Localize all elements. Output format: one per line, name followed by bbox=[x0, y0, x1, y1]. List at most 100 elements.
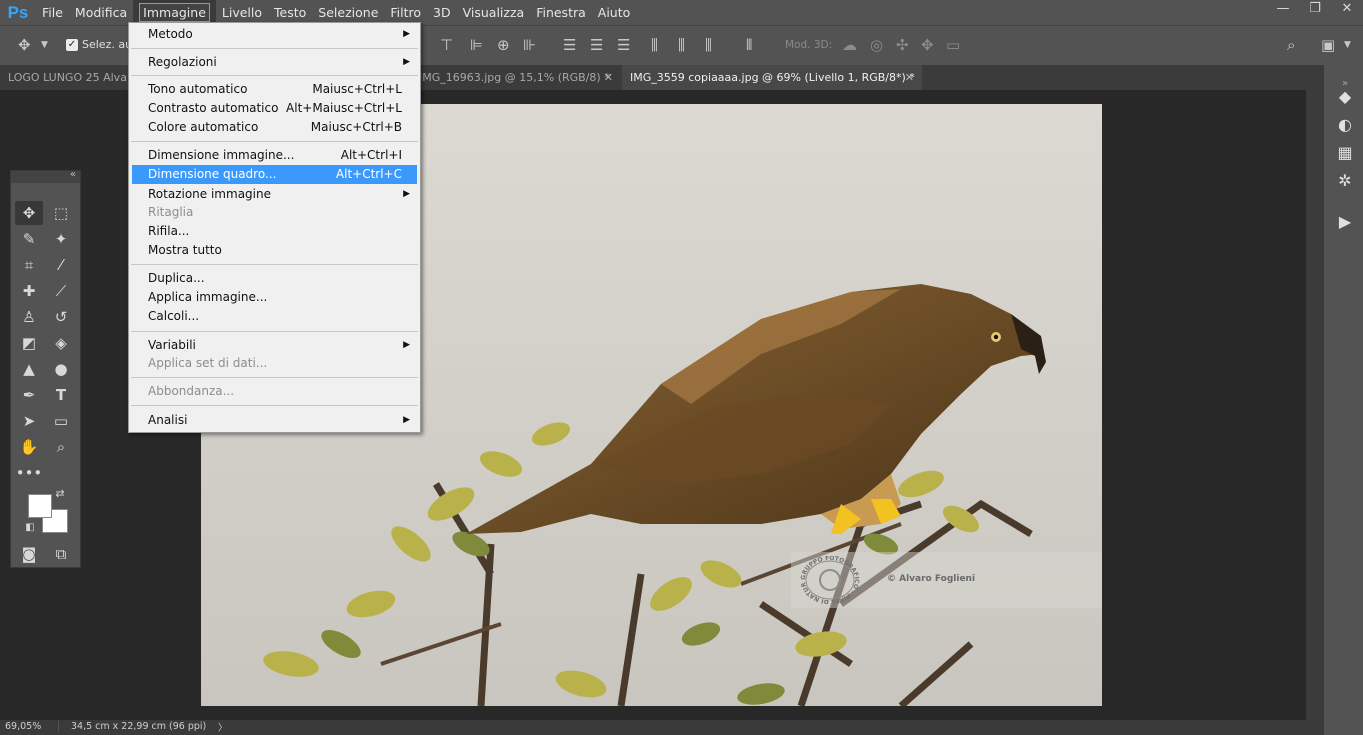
navigator-icon[interactable]: ✲ bbox=[1334, 170, 1356, 192]
checkbox-check-icon: ✓ bbox=[66, 38, 78, 51]
align-hcenter-icon[interactable]: ⊕ bbox=[497, 36, 510, 54]
healing-brush-tool-icon[interactable]: ✚ bbox=[15, 279, 43, 303]
menu-item-contrasto-automatico[interactable]: Contrasto automatico Alt+Maiusc+Ctrl+L bbox=[132, 99, 417, 118]
distribute-hcenter-icon[interactable]: ⫼ bbox=[678, 36, 685, 54]
grid-icon[interactable]: ▦ bbox=[1334, 142, 1356, 164]
magic-wand-tool-icon[interactable]: ✦ bbox=[47, 227, 75, 251]
tab-img-3559[interactable]: IMG_3559 copiaaaa.jpg @ 69% (Livello 1, … bbox=[622, 65, 922, 90]
eraser-tool-icon[interactable]: ◩ bbox=[15, 331, 43, 355]
menu-item-label: Tono automatico bbox=[148, 82, 248, 96]
immagine-dropdown-menu: Metodo ▶ Regolazioni ▶ Tono automatico Maiusc… bbox=[128, 22, 421, 433]
adjustments-icon[interactable]: ◐ bbox=[1334, 114, 1356, 136]
type-tool-icon[interactable]: T bbox=[47, 383, 75, 407]
menu-item-analisi[interactable]: Analisi ▶ bbox=[132, 411, 417, 430]
zoom-level[interactable]: 69,05% bbox=[5, 721, 41, 732]
restore-button[interactable]: ❐ bbox=[1299, 0, 1331, 20]
play-icon[interactable]: ▶ bbox=[1334, 211, 1356, 233]
menu-item-shortcut: Alt+Ctrl+I bbox=[340, 148, 402, 162]
chevron-down-icon[interactable]: ▼ bbox=[41, 40, 48, 50]
menu-item-duplica[interactable]: Duplica... bbox=[132, 269, 417, 288]
workspace-icon[interactable]: ▣ bbox=[1321, 36, 1335, 54]
menu-item-rotazione-immagine[interactable]: Rotazione immagine ▶ bbox=[132, 185, 417, 204]
tab-label: IMG_16963.jpg @ 15,1% (RGB/8) * bbox=[419, 71, 610, 84]
menu-item-shortcut: Alt+Maiusc+Ctrl+L bbox=[286, 101, 402, 115]
watermark-ring-text: GRUPPO FOTOGRAFICO · PIXEL DI NATURA · bbox=[797, 556, 860, 604]
menu-separator bbox=[131, 141, 418, 142]
path-select-tool-icon[interactable]: ➤ bbox=[15, 409, 43, 433]
distribute-left-icon[interactable]: ⫼ bbox=[651, 36, 658, 54]
zoom-tool-icon[interactable]: ⌕ bbox=[47, 435, 75, 459]
menu-separator bbox=[131, 75, 418, 76]
toolbox-header[interactable]: « bbox=[11, 169, 80, 183]
roll-3d-icon[interactable]: ◎ bbox=[870, 36, 883, 54]
distribute-vcenter-icon[interactable]: ☰ bbox=[590, 36, 603, 54]
crop-tool-icon[interactable]: ⌗ bbox=[15, 253, 43, 277]
layers-icon[interactable]: ◆ bbox=[1334, 86, 1356, 108]
menu-item-dimensione-quadro[interactable]: Dimensione quadro... Alt+Ctrl+C bbox=[132, 165, 417, 184]
align-right-icon[interactable]: ⊪ bbox=[523, 36, 536, 54]
menu-item-tono-automatico[interactable]: Tono automatico Maiusc+Ctrl+L bbox=[132, 80, 417, 99]
menu-item-regolazioni[interactable]: Regolazioni ▶ bbox=[132, 53, 417, 72]
blur-tool-icon[interactable]: ▲ bbox=[15, 357, 43, 381]
collapse-icon[interactable]: « bbox=[70, 169, 76, 180]
distribute-bottom-icon[interactable]: ☰ bbox=[617, 36, 630, 54]
menu-item-applica-immagine[interactable]: Applica immagine... bbox=[132, 288, 417, 307]
distribute-right-icon[interactable]: ⫼ bbox=[705, 36, 712, 54]
workspace-chevron-icon[interactable]: ▼ bbox=[1344, 40, 1351, 50]
menu-item-dimensione-immagine[interactable]: Dimensione immagine... Alt+Ctrl+I bbox=[132, 146, 417, 165]
pen-tool-icon[interactable]: ✒ bbox=[15, 383, 43, 407]
align-left-icon[interactable]: ⊫ bbox=[470, 36, 483, 54]
menu-separator bbox=[131, 377, 418, 378]
marquee-tool-icon[interactable]: ⬚ bbox=[47, 201, 75, 225]
swap-colors-icon[interactable]: ⇄ bbox=[53, 487, 67, 501]
tab-close-icon[interactable]: ✕ bbox=[604, 65, 613, 90]
move-tool-icon[interactable]: ✥ bbox=[15, 201, 43, 225]
menu-item-variabili[interactable]: Variabili ▶ bbox=[132, 336, 417, 355]
rectangle-tool-icon[interactable]: ▭ bbox=[47, 409, 75, 433]
tab-logo-lungo[interactable]: LOGO LUNGO 25 Alvaro bbox=[0, 65, 130, 90]
default-colors-icon[interactable]: ◧ bbox=[23, 521, 37, 535]
brush-tool-icon[interactable]: ⟋ bbox=[47, 279, 75, 303]
menu-item-metodo[interactable]: Metodo ▶ bbox=[132, 25, 417, 44]
distribute-top-icon[interactable]: ☰ bbox=[563, 36, 576, 54]
tab-img-16963[interactable]: IMG_16963.jpg @ 15,1% (RGB/8) * ✕ bbox=[415, 65, 621, 90]
menu-item-colore-automatico[interactable]: Colore automatico Maiusc+Ctrl+B bbox=[132, 118, 417, 137]
foreground-color-swatch[interactable] bbox=[28, 494, 52, 518]
camera-3d-icon[interactable]: ▭ bbox=[946, 36, 960, 54]
history-brush-tool-icon[interactable]: ↺ bbox=[47, 305, 75, 329]
menu-visualizza[interactable]: Visualizza bbox=[457, 0, 531, 25]
menu-item-label: Mostra tutto bbox=[148, 243, 222, 257]
auto-align-icon[interactable]: ⫴ bbox=[746, 36, 752, 54]
menu-item-rifila[interactable]: Rifila... bbox=[132, 222, 417, 241]
close-button[interactable]: ✕ bbox=[1331, 0, 1363, 20]
status-menu-arrow-icon[interactable]: 〉 bbox=[218, 720, 228, 734]
quick-select-tool-icon[interactable]: ✎ bbox=[15, 227, 43, 251]
slide-3d-icon[interactable]: ✥ bbox=[921, 36, 934, 54]
menu-item-calcoli[interactable]: Calcoli... bbox=[132, 307, 417, 326]
menu-aiuto[interactable]: Aiuto bbox=[592, 0, 637, 25]
search-icon[interactable]: ⌕ bbox=[1287, 36, 1295, 54]
watermark-logo: GRUPPO FOTOGRAFICO · PIXEL DI NATURA · bbox=[797, 556, 860, 604]
align-top-icon[interactable]: ⊤ bbox=[440, 36, 453, 54]
orbit-3d-icon[interactable]: ☁ bbox=[842, 36, 857, 54]
dodge-tool-icon[interactable]: ● bbox=[47, 357, 75, 381]
photoshop-window: Ps File Modifica Immagine Livello Testo … bbox=[0, 0, 1363, 735]
eyedropper-tool-icon[interactable]: ⁄ bbox=[47, 253, 75, 277]
submenu-arrow-icon: ▶ bbox=[403, 189, 410, 199]
pan-3d-icon[interactable]: ✣ bbox=[896, 36, 909, 54]
more-tools-icon[interactable]: ••• bbox=[15, 461, 43, 485]
clone-stamp-tool-icon[interactable]: ♙ bbox=[15, 305, 43, 329]
hand-tool-icon[interactable]: ✋ bbox=[15, 435, 43, 459]
minimize-button[interactable]: — bbox=[1267, 0, 1299, 20]
screen-mode-tool-icon[interactable]: ⧉ bbox=[47, 542, 75, 566]
tab-close-icon[interactable]: ✕ bbox=[905, 65, 914, 90]
paint-bucket-tool-icon[interactable]: ◈ bbox=[47, 331, 75, 355]
menu-modifica[interactable]: Modifica bbox=[69, 0, 133, 25]
menu-finestra[interactable]: Finestra bbox=[530, 0, 592, 25]
menu-item-abbondanza: Abbondanza... bbox=[132, 382, 417, 401]
menu-item-mostra-tutto[interactable]: Mostra tutto bbox=[132, 241, 417, 260]
menu-3d[interactable]: 3D bbox=[427, 0, 457, 25]
quick-mask-tool-icon[interactable]: ◙ bbox=[15, 542, 43, 566]
move-tool-preset-icon[interactable]: ✥ bbox=[18, 36, 31, 54]
menu-file[interactable]: File bbox=[36, 0, 69, 25]
